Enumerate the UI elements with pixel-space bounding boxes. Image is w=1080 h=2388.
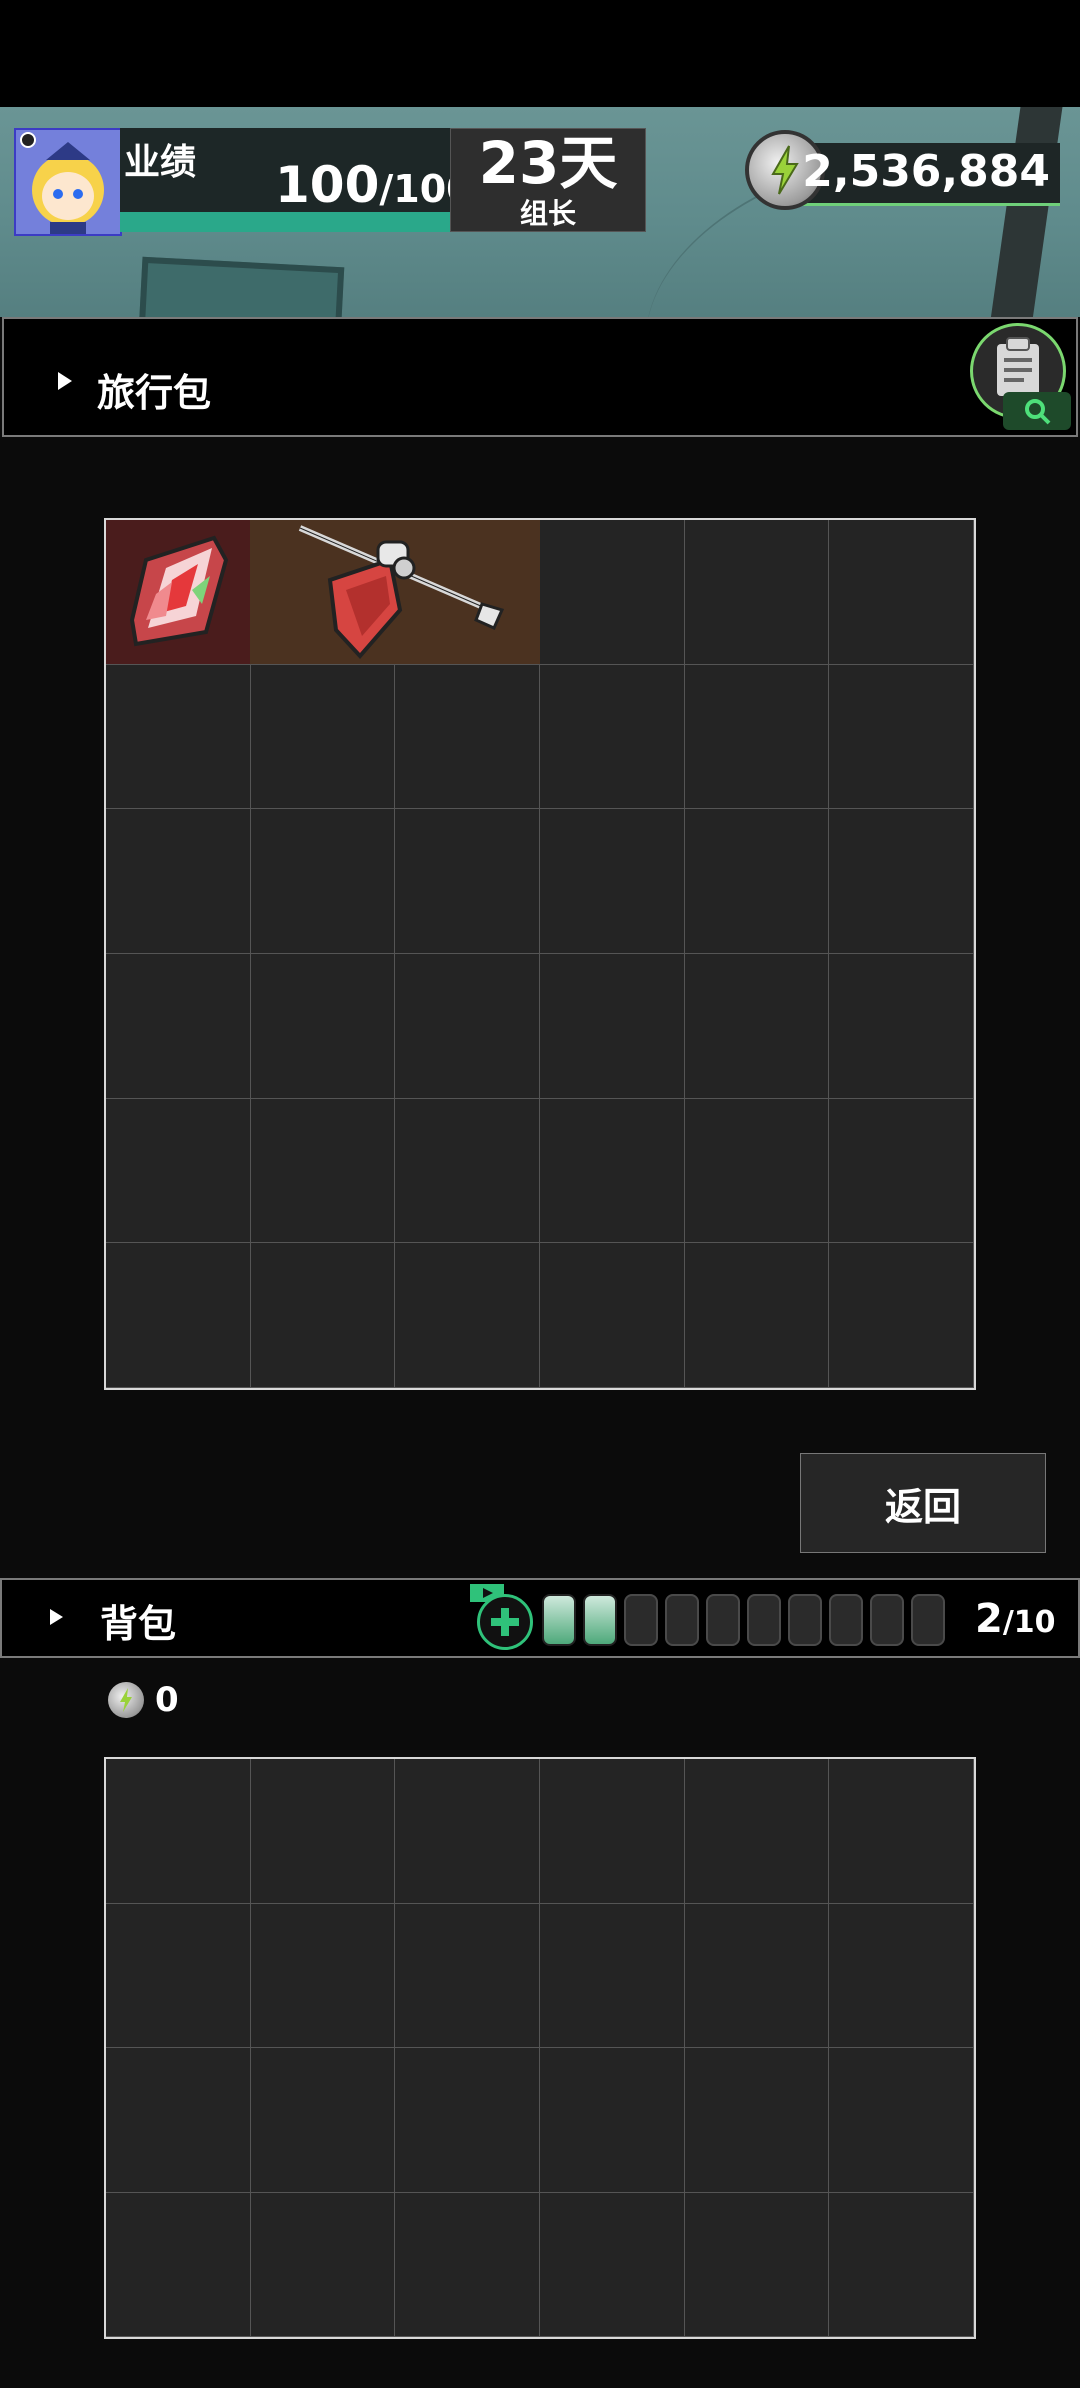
battery-full-icon <box>583 1594 617 1646</box>
drill-item-slot[interactable] <box>250 520 540 664</box>
grid-cell[interactable] <box>395 2192 540 2337</box>
grid-cell[interactable] <box>106 664 251 810</box>
add-battery-button[interactable] <box>477 1594 533 1650</box>
grid-cell[interactable] <box>829 520 974 665</box>
battery-empty-icon <box>829 1594 863 1646</box>
grid-cell[interactable] <box>250 2192 396 2337</box>
grid-cell[interactable] <box>250 1243 396 1388</box>
backpack-grid <box>104 1757 976 2339</box>
grid-cell[interactable] <box>684 520 830 665</box>
grid-cell[interactable] <box>395 1098 540 1244</box>
currency-value: 2,536,884 <box>802 146 1050 197</box>
grid-cell[interactable] <box>106 2048 251 2193</box>
grid-cell[interactable] <box>106 2192 251 2337</box>
grid-cell[interactable] <box>540 1243 685 1388</box>
battery-empty-icon <box>747 1594 781 1646</box>
grid-cell[interactable] <box>540 1098 685 1244</box>
battery-empty-icon <box>665 1594 699 1646</box>
expand-arrow-icon <box>58 372 72 390</box>
energy-coin-icon <box>108 1682 144 1718</box>
grid-cell[interactable] <box>540 1903 685 2048</box>
backpack-count-max: /10 <box>1002 1605 1056 1640</box>
grid-cell[interactable] <box>829 2048 974 2193</box>
grid-cell[interactable] <box>106 1098 251 1244</box>
scene-board <box>137 256 345 317</box>
grid-cell[interactable] <box>684 1243 830 1388</box>
grid-cell[interactable] <box>250 664 396 810</box>
grid-cell[interactable] <box>829 1759 974 1904</box>
grid-cell[interactable] <box>684 1903 830 2048</box>
battery-empty-icon <box>911 1594 945 1646</box>
grid-cell[interactable] <box>540 2048 685 2193</box>
grid-cell[interactable] <box>106 809 251 954</box>
grid-cell[interactable] <box>106 1903 251 2048</box>
grid-cell[interactable] <box>829 2192 974 2337</box>
day-count: 23天 <box>478 129 618 197</box>
grid-cell[interactable] <box>540 520 685 665</box>
grid-cell[interactable] <box>540 1759 685 1904</box>
performance-bar-fill <box>120 212 450 232</box>
grid-cell[interactable] <box>106 954 251 1099</box>
expand-arrow-icon <box>50 1609 63 1625</box>
battery-empty-icon <box>788 1594 822 1646</box>
rank-label: 组长 <box>519 197 576 230</box>
battery-empty-icon <box>706 1594 740 1646</box>
grid-cell[interactable] <box>395 809 540 954</box>
grid-cell[interactable] <box>684 664 830 810</box>
grid-cell[interactable] <box>250 2048 396 2193</box>
performance-bar <box>120 212 450 232</box>
crystal-item-slot[interactable] <box>106 520 250 664</box>
drill-tool-icon <box>298 525 505 659</box>
grid-cell[interactable] <box>829 954 974 1099</box>
grid-cell[interactable] <box>395 1903 540 2048</box>
grid-cell[interactable] <box>684 954 830 1099</box>
grid-cell[interactable] <box>684 809 830 954</box>
grid-cell[interactable] <box>106 1243 251 1388</box>
grid-cell[interactable] <box>829 1243 974 1388</box>
performance-current: 100 <box>275 156 380 214</box>
grid-cell[interactable] <box>395 1759 540 1904</box>
grid-cell[interactable] <box>395 1243 540 1388</box>
grid-cell[interactable] <box>250 954 396 1099</box>
crystal-shard-icon <box>129 535 229 647</box>
grid-cell[interactable] <box>829 1903 974 2048</box>
grid-cell[interactable] <box>829 1098 974 1244</box>
grid-cell[interactable] <box>395 2048 540 2193</box>
performance-value: 100/100 <box>275 156 473 214</box>
grid-cell[interactable] <box>540 954 685 1099</box>
battery-full-icon <box>542 1594 576 1646</box>
battery-empty-icon <box>870 1594 904 1646</box>
grid-cell[interactable] <box>250 1098 396 1244</box>
backpack-count-current: 2 <box>975 1596 1003 1642</box>
avatar[interactable] <box>14 128 122 236</box>
back-button[interactable]: 返回 <box>800 1453 1046 1553</box>
grid-cell[interactable] <box>540 664 685 810</box>
travel-pack-title: 旅行包 <box>97 371 212 415</box>
grid-cell[interactable] <box>250 1903 396 2048</box>
grid-cell[interactable] <box>250 809 396 954</box>
grid-cell[interactable] <box>106 1759 251 1904</box>
backpack-count: 2/10 <box>975 1596 1056 1642</box>
battery-empty-icon <box>624 1594 658 1646</box>
grid-cell[interactable] <box>540 2192 685 2337</box>
backpack-currency-value: 0 <box>155 1680 179 1720</box>
performance-label: 业绩 <box>124 142 197 183</box>
search-icon[interactable] <box>1003 392 1071 430</box>
plus-icon <box>491 1608 519 1636</box>
avatar-character-icon <box>16 130 120 234</box>
grid-cell[interactable] <box>395 664 540 810</box>
grid-cell[interactable] <box>250 1759 396 1904</box>
grid-cell[interactable] <box>684 1098 830 1244</box>
grid-cell[interactable] <box>540 809 685 954</box>
grid-cell[interactable] <box>684 1759 830 1904</box>
grid-cell[interactable] <box>829 809 974 954</box>
backpack-title: 背包 <box>100 1602 177 1646</box>
grid-cell[interactable] <box>829 664 974 810</box>
grid-cell[interactable] <box>684 2048 830 2193</box>
grid-cell[interactable] <box>684 2192 830 2337</box>
grid-cell[interactable] <box>395 954 540 1099</box>
status-bar <box>0 0 1080 107</box>
